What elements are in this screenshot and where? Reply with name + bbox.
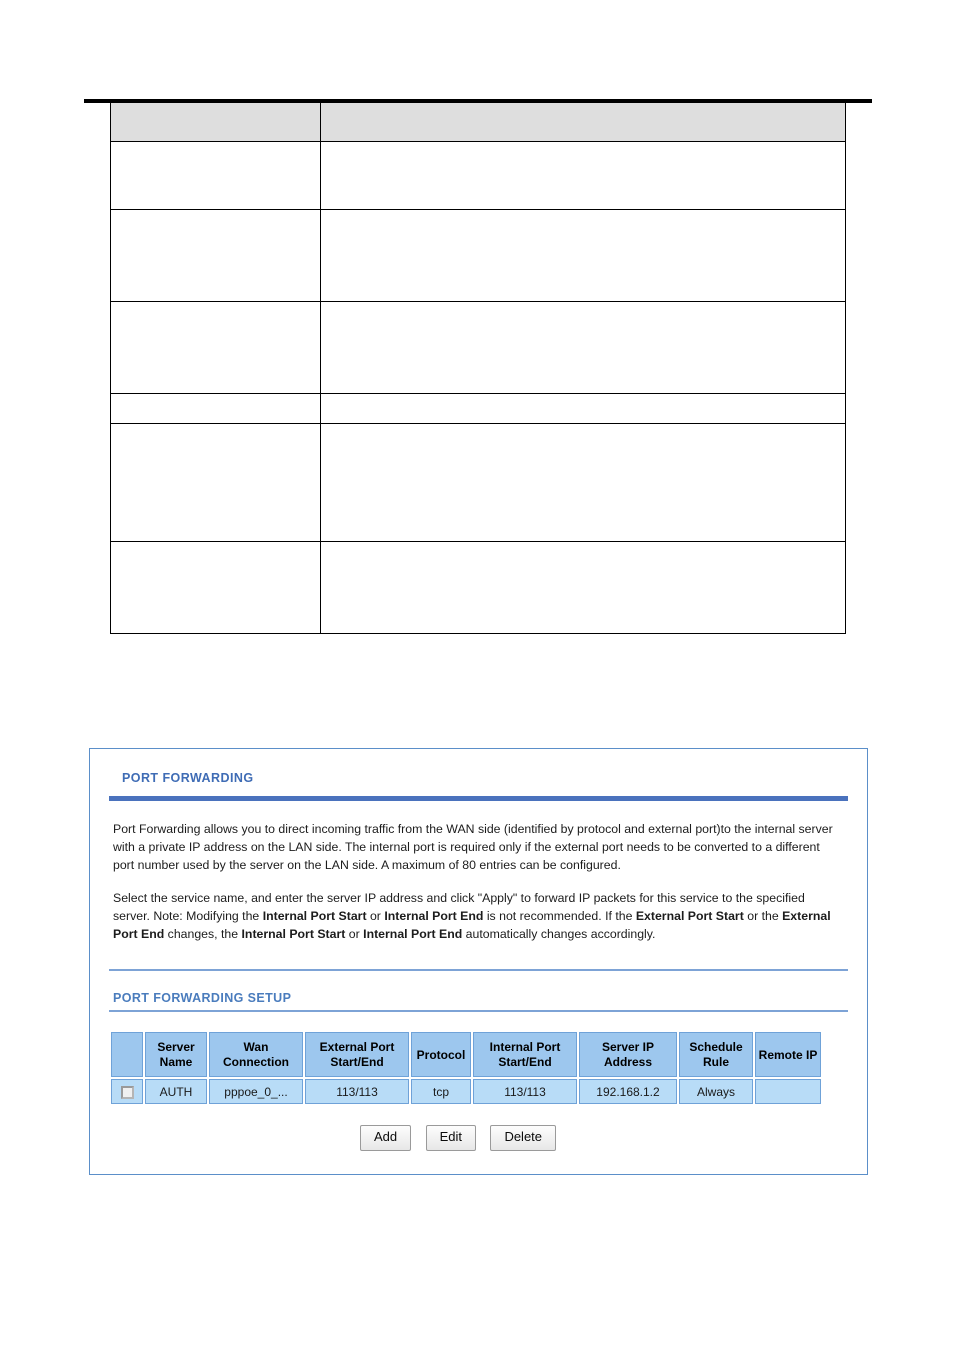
panel-inner: PORT FORWARDING Port Forwarding allows y… <box>90 749 867 1013</box>
spec-table-header-row <box>110 103 846 142</box>
spec-cell-field <box>110 540 321 634</box>
spec-cell-description <box>320 540 846 634</box>
spec-table-row <box>110 422 846 542</box>
description-paragraph-2: Select the service name, and enter the s… <box>113 889 844 943</box>
p2-seg-8: changes, the <box>164 927 242 942</box>
description-text: Port Forwarding allows you to direct inc… <box>109 801 848 943</box>
spec-header-cell-description <box>320 103 846 142</box>
spec-table-row <box>110 300 846 394</box>
spec-cell-description <box>320 392 846 424</box>
table-body: AUTH pppoe_0_... 113/113 tcp 113/113 192… <box>111 1079 821 1105</box>
table-header-row: Server Name Wan Connection External Port… <box>111 1032 821 1078</box>
delete-button[interactable]: Delete <box>490 1125 557 1151</box>
p2-seg-1: Internal Port Start <box>262 909 367 924</box>
table-row[interactable]: AUTH pppoe_0_... 113/113 tcp 113/113 192… <box>111 1079 821 1105</box>
cell-server-ip: 192.168.1.2 <box>579 1079 677 1105</box>
spec-table <box>110 103 846 634</box>
port-forwarding-table-wrap: Server Name Wan Connection External Port… <box>90 1012 867 1151</box>
cell-remote-ip <box>755 1079 821 1105</box>
p2-seg-2: or <box>366 909 385 924</box>
cell-wan-connection: pppoe_0_... <box>209 1079 303 1105</box>
spec-cell-field <box>110 300 321 394</box>
cell-internal-port: 113/113 <box>473 1079 577 1105</box>
spec-table-row <box>110 140 846 210</box>
p2-seg-10: or <box>345 927 364 942</box>
p2-seg-11: Internal Port End <box>363 927 463 942</box>
spec-header-cell-field <box>110 103 321 142</box>
cell-schedule-rule: Always <box>679 1079 753 1105</box>
table-head: Server Name Wan Connection External Port… <box>111 1032 821 1078</box>
spec-cell-description <box>320 208 846 302</box>
spec-table-row <box>110 208 846 302</box>
cell-external-port: 113/113 <box>305 1079 409 1105</box>
port-forwarding-panel: PORT FORWARDING Port Forwarding allows y… <box>89 748 868 1175</box>
column-header-external-port[interactable]: External Port Start/End <box>305 1032 409 1078</box>
p2-seg-6: or the <box>743 909 783 924</box>
column-header-select[interactable] <box>111 1032 143 1078</box>
spec-table-row <box>110 392 846 424</box>
spec-table-body <box>110 103 846 634</box>
spec-cell-description <box>320 422 846 542</box>
p2-seg-12: automatically changes accordingly. <box>462 927 656 942</box>
paragraph-1-text: Port Forwarding allows you to direct inc… <box>113 822 833 873</box>
cell-protocol: tcp <box>411 1079 471 1105</box>
spec-cell-description <box>320 300 846 394</box>
p2-seg-3: Internal Port End <box>384 909 484 924</box>
edit-button[interactable]: Edit <box>425 1125 476 1151</box>
column-header-wan-connection[interactable]: Wan Connection <box>209 1032 303 1078</box>
column-header-remote-ip[interactable]: Remote IP <box>755 1032 821 1078</box>
spec-cell-field <box>110 392 321 424</box>
checkbox-unchecked-icon[interactable] <box>120 1086 134 1099</box>
setup-section: PORT FORWARDING SETUP <box>109 943 848 1013</box>
column-header-server-name[interactable]: Server Name <box>145 1032 207 1078</box>
page-title: PORT FORWARDING <box>122 771 254 785</box>
column-header-internal-port[interactable]: Internal Port Start/End <box>473 1032 577 1078</box>
spec-table-row <box>110 540 846 634</box>
action-button-row: Add Edit Delete <box>109 1106 867 1151</box>
setup-section-title: PORT FORWARDING SETUP <box>113 991 292 1006</box>
port-forwarding-table: Server Name Wan Connection External Port… <box>109 1030 823 1106</box>
p2-seg-9: Internal Port Start <box>241 927 346 942</box>
spec-cell-field <box>110 208 321 302</box>
column-header-schedule-rule[interactable]: Schedule Rule <box>679 1032 753 1078</box>
column-header-server-ip[interactable]: Server IP Address <box>579 1032 677 1078</box>
p2-seg-5: External Port Start <box>635 909 744 924</box>
column-header-protocol[interactable]: Protocol <box>411 1032 471 1078</box>
spec-cell-field <box>110 422 321 542</box>
spec-cell-field <box>110 140 321 210</box>
description-paragraph-1: Port Forwarding allows you to direct inc… <box>113 820 844 874</box>
spec-cell-description <box>320 140 846 210</box>
add-button[interactable]: Add <box>359 1125 412 1151</box>
p2-seg-4: is not recommended. If the <box>483 909 636 924</box>
cell-server-name: AUTH <box>145 1079 207 1105</box>
row-select-cell[interactable] <box>111 1079 143 1105</box>
